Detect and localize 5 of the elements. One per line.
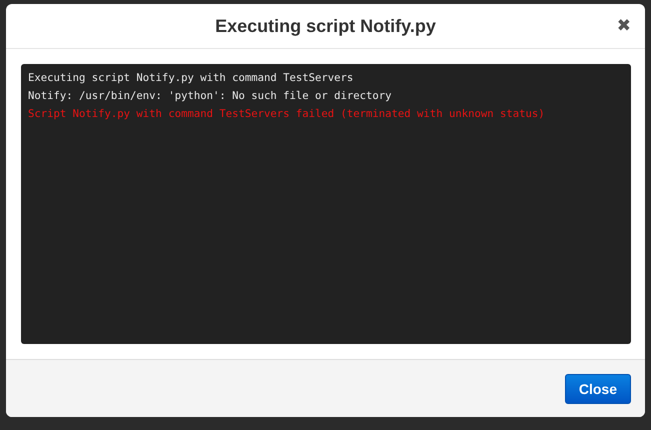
log-line: Script Notify.py with command TestServers failed (terminated with unknown status): [28, 107, 546, 122]
log-line: Executing script Notify.py with command TestServers: [28, 71, 354, 86]
log-line: Notify: /usr/bin/env: 'python': No such file or directory: [28, 89, 393, 104]
dialog-title: Executing script Notify.py: [215, 16, 436, 36]
close-button[interactable]: Close: [564, 374, 631, 404]
